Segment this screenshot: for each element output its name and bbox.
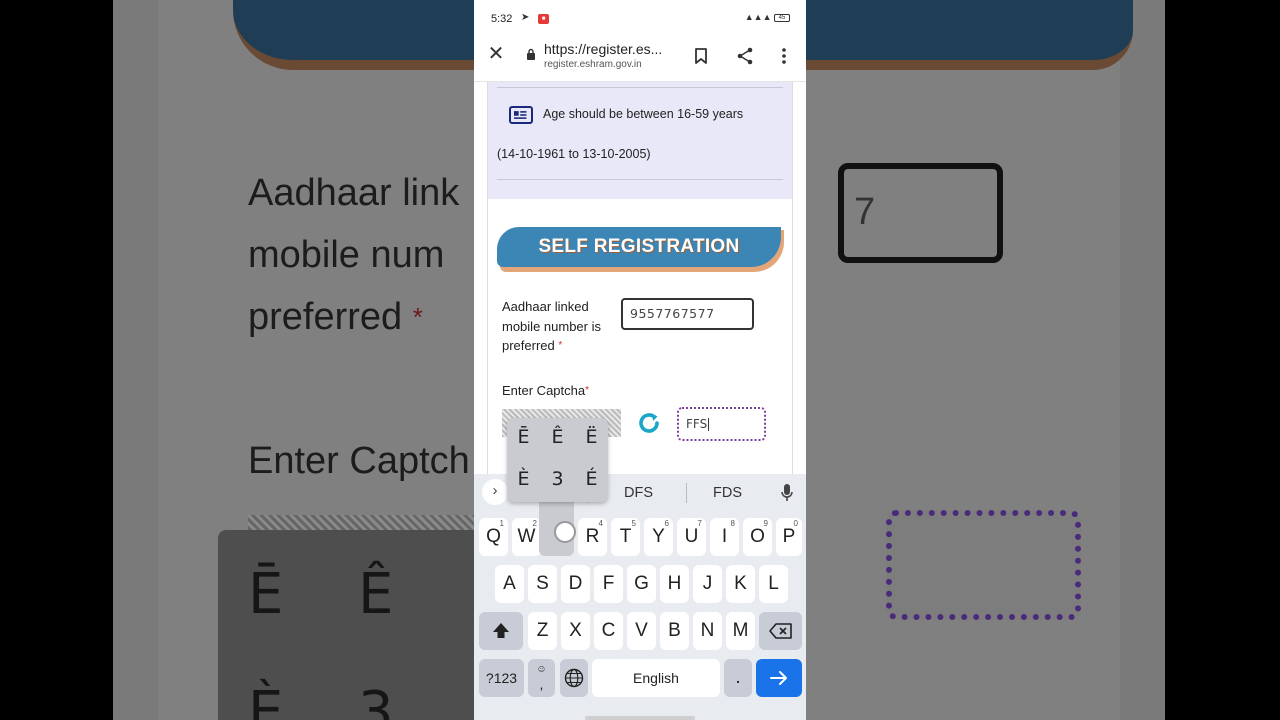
key-d[interactable]: D <box>561 565 590 603</box>
key-v[interactable]: V <box>627 612 656 650</box>
shift-icon <box>493 623 509 638</box>
background-banner-text-left: SEL <box>328 0 439 12</box>
notification-badge-icon: ■ <box>538 14 549 24</box>
key-s[interactable]: S <box>528 565 557 603</box>
key-k[interactable]: K <box>726 565 755 603</box>
symbols-key[interactable]: ?123 <box>479 659 524 697</box>
background-mobile-input: 7 <box>838 163 1003 263</box>
lock-icon <box>527 48 535 60</box>
accent-option[interactable]: Ê <box>541 418 574 456</box>
video-frame: SEL TION Aadhaar link mobile num preferr… <box>0 0 1280 720</box>
key-z[interactable]: Z <box>528 612 557 650</box>
registration-card: Age should be between 16-59 years (14-10… <box>487 82 793 474</box>
mic-icon[interactable] <box>780 483 794 503</box>
shift-key[interactable] <box>479 612 523 650</box>
battery-icon: 45 <box>774 13 790 22</box>
accent-option[interactable]: É <box>575 460 608 498</box>
bookmark-icon[interactable] <box>690 45 712 67</box>
background-label-line-1: Aadhaar link <box>248 172 460 214</box>
enter-arrow-icon <box>770 671 787 685</box>
space-bar[interactable]: English <box>592 659 720 697</box>
key-x[interactable]: X <box>561 612 590 650</box>
accent-option[interactable]: Ë <box>575 418 608 456</box>
chevron-right-icon[interactable]: › <box>482 479 508 505</box>
required-mark: * <box>558 340 563 351</box>
key-j[interactable]: J <box>693 565 722 603</box>
key-g[interactable]: G <box>627 565 656 603</box>
onscreen-keyboard: › DFS FDS Q1 W2 E3 R4 T5 Y6 U7 I8 O9 P0 <box>474 474 806 720</box>
phone-screen: 5:32 ➤ ■ ▲▲▲ 45 ✕ https://register.es...… <box>474 0 806 720</box>
key-i[interactable]: I8 <box>710 518 739 556</box>
key-p[interactable]: P0 <box>776 518 802 556</box>
required-mark: * <box>585 385 590 396</box>
divider <box>497 179 783 180</box>
accent-option[interactable]: 3 <box>541 460 574 498</box>
period-key[interactable]: . <box>724 659 752 697</box>
globe-icon <box>564 668 584 688</box>
page-content: Age should be between 16-59 years (14-10… <box>474 82 806 474</box>
suggestion-1[interactable]: DFS <box>624 485 653 501</box>
key-u[interactable]: U7 <box>677 518 706 556</box>
status-bar: 5:32 ➤ ■ ▲▲▲ 45 <box>474 0 806 38</box>
key-h[interactable]: H <box>660 565 689 603</box>
background-banner-text-right: TION <box>933 0 1070 12</box>
key-c[interactable]: C <box>594 612 623 650</box>
self-registration-banner: SELF REGISTRATION <box>497 227 784 272</box>
key-b[interactable]: B <box>660 612 689 650</box>
key-q[interactable]: Q1 <box>479 518 508 556</box>
accent-popup: Ē Ê Ë È 3 É <box>507 418 608 502</box>
refresh-icon[interactable] <box>636 410 662 436</box>
key-w[interactable]: W2 <box>512 518 541 556</box>
background-label-line-3: preferred * <box>248 296 423 338</box>
signal-icon: ▲▲▲ <box>744 12 772 22</box>
divider <box>497 87 783 88</box>
background-label-line-2: mobile num <box>248 234 445 276</box>
key-a[interactable]: A <box>495 565 524 603</box>
accent-option[interactable]: Ē <box>507 418 540 456</box>
banner-title: SELF REGISTRATION <box>538 236 740 257</box>
age-requirement-text: Age should be between 16-59 years <box>543 107 744 121</box>
captcha-input[interactable]: FFS <box>677 407 766 441</box>
divider <box>686 483 687 503</box>
background-captcha-input <box>886 510 1081 620</box>
key-y[interactable]: Y6 <box>644 518 673 556</box>
browser-url-bar: ✕ https://register.es... register.eshram… <box>474 38 806 82</box>
touch-indicator <box>554 521 576 543</box>
url-text[interactable]: https://register.es... <box>544 41 662 57</box>
mobile-number-input[interactable]: 9557767577 <box>621 298 754 330</box>
key-l[interactable]: L <box>759 565 788 603</box>
language-key[interactable] <box>560 659 588 697</box>
more-icon[interactable] <box>773 45 795 67</box>
emoji-comma-key[interactable]: ☺ , <box>528 659 555 697</box>
date-range-text: (14-10-1961 to 13-10-2005) <box>497 147 651 161</box>
key-o[interactable]: O9 <box>743 518 772 556</box>
accent-option[interactable]: È <box>507 460 540 498</box>
key-t[interactable]: T5 <box>611 518 640 556</box>
eligibility-info-box: Age should be between 16-59 years (14-10… <box>488 82 792 199</box>
mobile-number-label: Aadhaar linked mobile number is preferre… <box>502 299 601 353</box>
key-r[interactable]: R4 <box>578 518 607 556</box>
text-cursor <box>708 418 710 431</box>
captcha-label: Enter Captcha* <box>502 383 590 398</box>
suggestion-2[interactable]: FDS <box>713 485 742 501</box>
url-domain: register.eshram.gov.in <box>544 59 642 70</box>
key-n[interactable]: N <box>693 612 722 650</box>
home-indicator <box>585 716 695 720</box>
enter-key[interactable] <box>756 659 802 697</box>
share-icon[interactable] <box>734 45 756 67</box>
background-captcha-label: Enter Captch <box>248 440 470 482</box>
background-accent-popup: Ē Ê È 3 <box>218 530 518 720</box>
key-m[interactable]: M <box>726 612 755 650</box>
key-f[interactable]: F <box>594 565 623 603</box>
close-icon[interactable]: ✕ <box>486 44 506 64</box>
status-time: 5:32 <box>491 13 513 25</box>
emoji-icon: ☺ <box>536 664 547 675</box>
telegram-icon: ➤ <box>521 12 530 23</box>
backspace-icon <box>768 623 792 639</box>
id-card-icon <box>509 106 533 124</box>
status-icons: ▲▲▲ 45 <box>745 12 790 22</box>
backspace-key[interactable] <box>759 612 802 650</box>
